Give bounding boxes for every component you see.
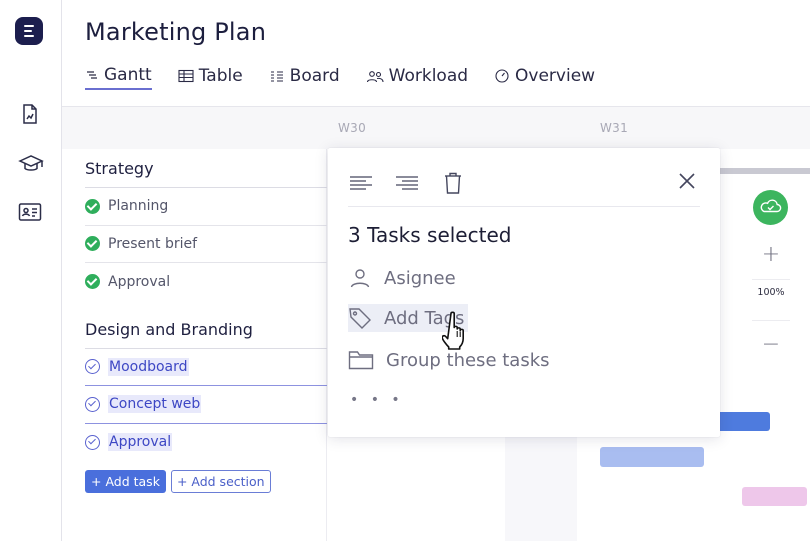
week-label: W30 (338, 121, 367, 135)
tab-gantt[interactable]: Gantt (85, 62, 152, 90)
table-icon (178, 69, 194, 83)
add-section-button[interactable]: + Add section (170, 470, 271, 493)
check-circle-outline-icon[interactable] (85, 396, 100, 412)
contact-card-icon[interactable] (18, 200, 42, 224)
task-label: Moodboard (108, 357, 189, 376)
tab-label: Gantt (104, 65, 152, 85)
people-icon (366, 71, 384, 83)
check-circle-icon[interactable] (85, 236, 100, 252)
task-row[interactable]: Present brief (85, 226, 327, 263)
section-title[interactable]: Design and Branding (85, 311, 327, 349)
cloud-sync-button[interactable] (753, 190, 788, 225)
assignee-menu-item[interactable]: Asignee (348, 264, 456, 292)
gantt-bar-approval[interactable] (600, 447, 704, 467)
list-actions: + Add task + Add section (85, 470, 327, 493)
popup-divider (348, 206, 700, 207)
gauge-icon (495, 69, 509, 83)
check-circle-icon[interactable] (85, 274, 100, 290)
task-row[interactable]: Planning (85, 188, 327, 226)
task-label: Approval (108, 273, 171, 290)
tab-overview[interactable]: Overview (494, 62, 595, 90)
task-list: Strategy Planning Present brief Approval… (85, 150, 327, 493)
section-title[interactable]: Strategy (85, 150, 327, 188)
person-icon (350, 269, 370, 288)
board-icon (270, 71, 283, 82)
task-row-selected[interactable]: Approval (85, 424, 327, 462)
zoom-in-button[interactable]: + (752, 234, 790, 274)
task-row-selected[interactable]: Moodboard (85, 349, 327, 386)
check-circle-icon[interactable] (85, 198, 100, 214)
add-task-button[interactable]: + Add task (85, 470, 166, 493)
page-title: Marketing Plan (85, 18, 267, 46)
graduation-cap-icon[interactable] (18, 152, 44, 176)
tab-board[interactable]: Board (269, 62, 340, 90)
align-right-icon[interactable] (394, 170, 420, 196)
task-label: Approval (108, 433, 173, 452)
tab-label: Board (289, 66, 340, 86)
tag-icon (349, 308, 371, 329)
tab-table[interactable]: Table (178, 62, 243, 90)
zoom-out-button[interactable]: − (752, 324, 790, 364)
tab-label: Overview (515, 66, 596, 86)
gantt-bar-strategy[interactable] (720, 168, 810, 174)
task-label: Concept web (108, 395, 202, 414)
document-chart-icon[interactable] (18, 102, 42, 126)
cloud-icon (760, 199, 782, 213)
hand-cursor-icon (441, 309, 476, 353)
task-label: Planning (108, 198, 169, 215)
gantt-icon (87, 71, 97, 79)
menu-label: Asignee (384, 267, 456, 289)
bulk-actions-popup: 3 Tasks selected Asignee Add Tags Group … (328, 148, 720, 437)
selection-heading: 3 Tasks selected (348, 223, 512, 247)
trash-icon[interactable] (440, 170, 466, 196)
sidebar (0, 0, 62, 541)
tab-label: Workload (388, 66, 469, 86)
zoom-level: 100% (757, 287, 785, 298)
more-options-icon[interactable]: • • • (350, 392, 404, 408)
check-circle-outline-icon[interactable] (85, 359, 100, 375)
tab-label: Table (198, 66, 243, 86)
align-left-icon[interactable] (348, 170, 374, 196)
folder-icon (348, 351, 374, 370)
week-label: W31 (600, 121, 629, 135)
task-label: Present brief (108, 235, 198, 252)
zoom-controls: + 100% − (752, 232, 790, 367)
gantt-bar-pink[interactable] (742, 487, 807, 506)
week-header: W30 W31 (62, 107, 810, 149)
app-window: Marketing Plan Gantt Table Board Workloa… (0, 0, 810, 541)
tab-workload[interactable]: Workload (366, 62, 468, 90)
task-row[interactable]: Approval (85, 263, 327, 301)
task-row-selected[interactable]: Concept web (85, 386, 327, 424)
app-logo[interactable] (15, 17, 43, 45)
view-tabs: Gantt Table Board Workload Overview (85, 62, 621, 92)
check-circle-outline-icon[interactable] (85, 434, 100, 450)
close-icon[interactable] (676, 170, 698, 192)
